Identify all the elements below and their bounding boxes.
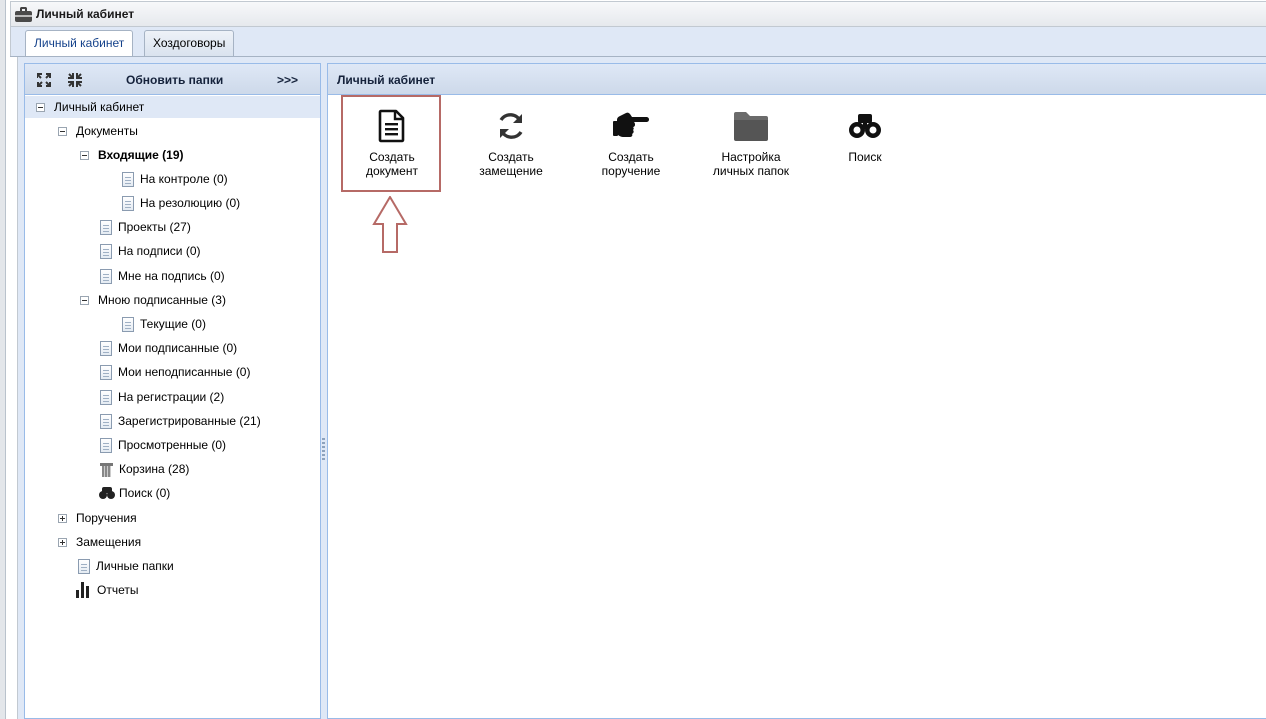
tree-node-label: Поручения	[76, 511, 137, 525]
document-icon	[100, 340, 112, 356]
folder-tree-panel: Обновить папки >>> Личный кабинет Докуме…	[24, 63, 321, 719]
tree-node-label: Просмотренные (0)	[118, 438, 227, 452]
tree-node-label: Поиск (0)	[119, 486, 171, 500]
action-label: Поиск	[848, 150, 882, 164]
document-icon	[100, 364, 112, 380]
window-titlebar: Личный кабинет	[10, 1, 1266, 27]
up-arrow-icon	[372, 196, 408, 253]
tree-node-assignments[interactable]: Поручения	[58, 507, 137, 529]
tree-node-label: Текущие (0)	[140, 317, 206, 331]
tab-personal-cabinet[interactable]: Личный кабинет	[25, 30, 134, 58]
document-icon	[100, 389, 112, 405]
window-title: Личный кабинет	[36, 7, 135, 21]
collapse-toggle-icon[interactable]	[80, 295, 89, 305]
trash-icon	[100, 462, 113, 477]
expand-toggle-icon[interactable]	[58, 513, 67, 523]
tree-node-search[interactable]: Поиск (0)	[99, 482, 170, 504]
splitter-grip-icon[interactable]	[322, 438, 325, 460]
tree-node-on-control[interactable]: На контроле (0)	[122, 168, 228, 190]
tree-node-on-signing[interactable]: На подписи (0)	[100, 240, 201, 262]
document-icon	[100, 219, 112, 235]
tree-node-on-resolution[interactable]: На резолюцию (0)	[122, 192, 240, 214]
tree-node-label: На контроле (0)	[140, 172, 228, 186]
tree-node-drafts[interactable]: Проекты (27)	[100, 216, 191, 238]
expand-all-icon[interactable]	[36, 72, 52, 88]
tree-node-viewed[interactable]: Просмотренные (0)	[100, 434, 226, 456]
document-icon	[122, 171, 134, 187]
tree-node-label: Личные папки	[96, 559, 174, 573]
tree-node-to-me-for-signing[interactable]: Мне на подпись (0)	[100, 265, 225, 287]
binoculars-icon	[849, 114, 881, 138]
document-icon	[100, 413, 112, 429]
action-label: Создать поручение	[601, 150, 661, 178]
tab-strip: Личный кабинет Хоздоговоры	[10, 27, 1266, 58]
tree-node-label: Замещения	[76, 535, 142, 549]
folder-tree-toolbar: Обновить папки >>>	[25, 64, 320, 95]
tree-node-documents[interactable]: Документы	[58, 120, 138, 142]
document-icon	[78, 558, 90, 574]
collapse-toggle-icon[interactable]	[36, 102, 45, 112]
tree-node-label: Корзина (28)	[119, 462, 190, 476]
tree-node-my-signed[interactable]: Мои подписанные (0)	[100, 337, 237, 359]
app-window: Личный кабинет Личный кабинет Хоздоговор…	[0, 0, 1266, 719]
main-panel-title: Личный кабинет	[337, 73, 436, 87]
tree-node-substitutions[interactable]: Замещения	[58, 531, 141, 553]
window-left-edge	[0, 0, 6, 719]
search-button[interactable]: Поиск	[810, 108, 920, 164]
tree-node-signed-by-me[interactable]: Мною подписанные (3)	[80, 289, 226, 311]
folder-icon	[734, 112, 768, 141]
tree-node-incoming[interactable]: Входящие (19)	[80, 144, 184, 166]
bar-chart-icon	[76, 582, 92, 598]
tree-node-my-unsigned[interactable]: Мои неподписанные (0)	[100, 361, 250, 383]
document-icon	[100, 243, 112, 259]
tree-node-on-registration[interactable]: На регистрации (2)	[100, 386, 224, 408]
briefcase-icon	[15, 6, 32, 22]
pointing-hand-icon	[613, 112, 649, 137]
tab-contracts[interactable]: Хоздоговоры	[144, 30, 235, 57]
tree-node-current[interactable]: Текущие (0)	[122, 313, 206, 335]
tree-node-label: Мне на подпись (0)	[118, 269, 225, 283]
main-panel: Личный кабинет Создать документ Создать …	[327, 63, 1266, 719]
document-icon	[122, 195, 134, 211]
action-label: Создать замещение	[479, 150, 543, 178]
collapse-all-icon[interactable]	[67, 72, 83, 88]
tree-node-root[interactable]: Личный кабинет	[25, 96, 320, 118]
document-icon	[100, 268, 112, 284]
document-icon	[122, 316, 134, 332]
tree-node-label: Отчеты	[97, 583, 139, 597]
highlight-frame	[341, 95, 441, 192]
tree-node-registered[interactable]: Зарегистрированные (21)	[100, 410, 261, 432]
tree-node-label: На подписи (0)	[118, 244, 201, 258]
expand-toggle-icon[interactable]	[58, 537, 67, 547]
tree-node-reports[interactable]: Отчеты	[76, 579, 138, 601]
create-substitution-button[interactable]: Создать замещение	[456, 108, 566, 178]
tree-node-label: Личный кабинет	[54, 100, 145, 114]
collapse-toggle-icon[interactable]	[58, 126, 67, 136]
tree-node-trash[interactable]: Корзина (28)	[100, 458, 189, 480]
refresh-folders-button[interactable]: Обновить папки	[126, 73, 223, 87]
tree-node-label: Проекты (27)	[118, 220, 191, 234]
document-icon	[100, 437, 112, 453]
tree-node-label: Мои подписанные (0)	[118, 341, 238, 355]
main-panel-header: Личный кабинет	[328, 64, 1266, 95]
personal-folders-settings-button[interactable]: Настройка личных папок	[696, 108, 806, 178]
tree-node-label: Зарегистрированные (21)	[118, 414, 261, 428]
action-label: Настройка личных папок	[712, 150, 790, 178]
collapse-toggle-icon[interactable]	[80, 150, 89, 160]
tree-node-label: Мною подписанные (3)	[98, 293, 226, 307]
more-button[interactable]: >>>	[277, 73, 298, 87]
tree-node-label: На регистрации (2)	[118, 390, 225, 404]
create-assignment-button[interactable]: Создать поручение	[576, 108, 686, 178]
sync-icon	[499, 113, 523, 139]
tree-node-label: Документы	[76, 124, 138, 138]
tree-node-label: Мои неподписанные (0)	[118, 365, 251, 379]
tree-node-label: Входящие (19)	[98, 148, 184, 162]
tree-node-label: На резолюцию (0)	[140, 196, 241, 210]
tree-node-personal-folders[interactable]: Личные папки	[78, 555, 174, 577]
binoculars-icon	[99, 487, 115, 499]
